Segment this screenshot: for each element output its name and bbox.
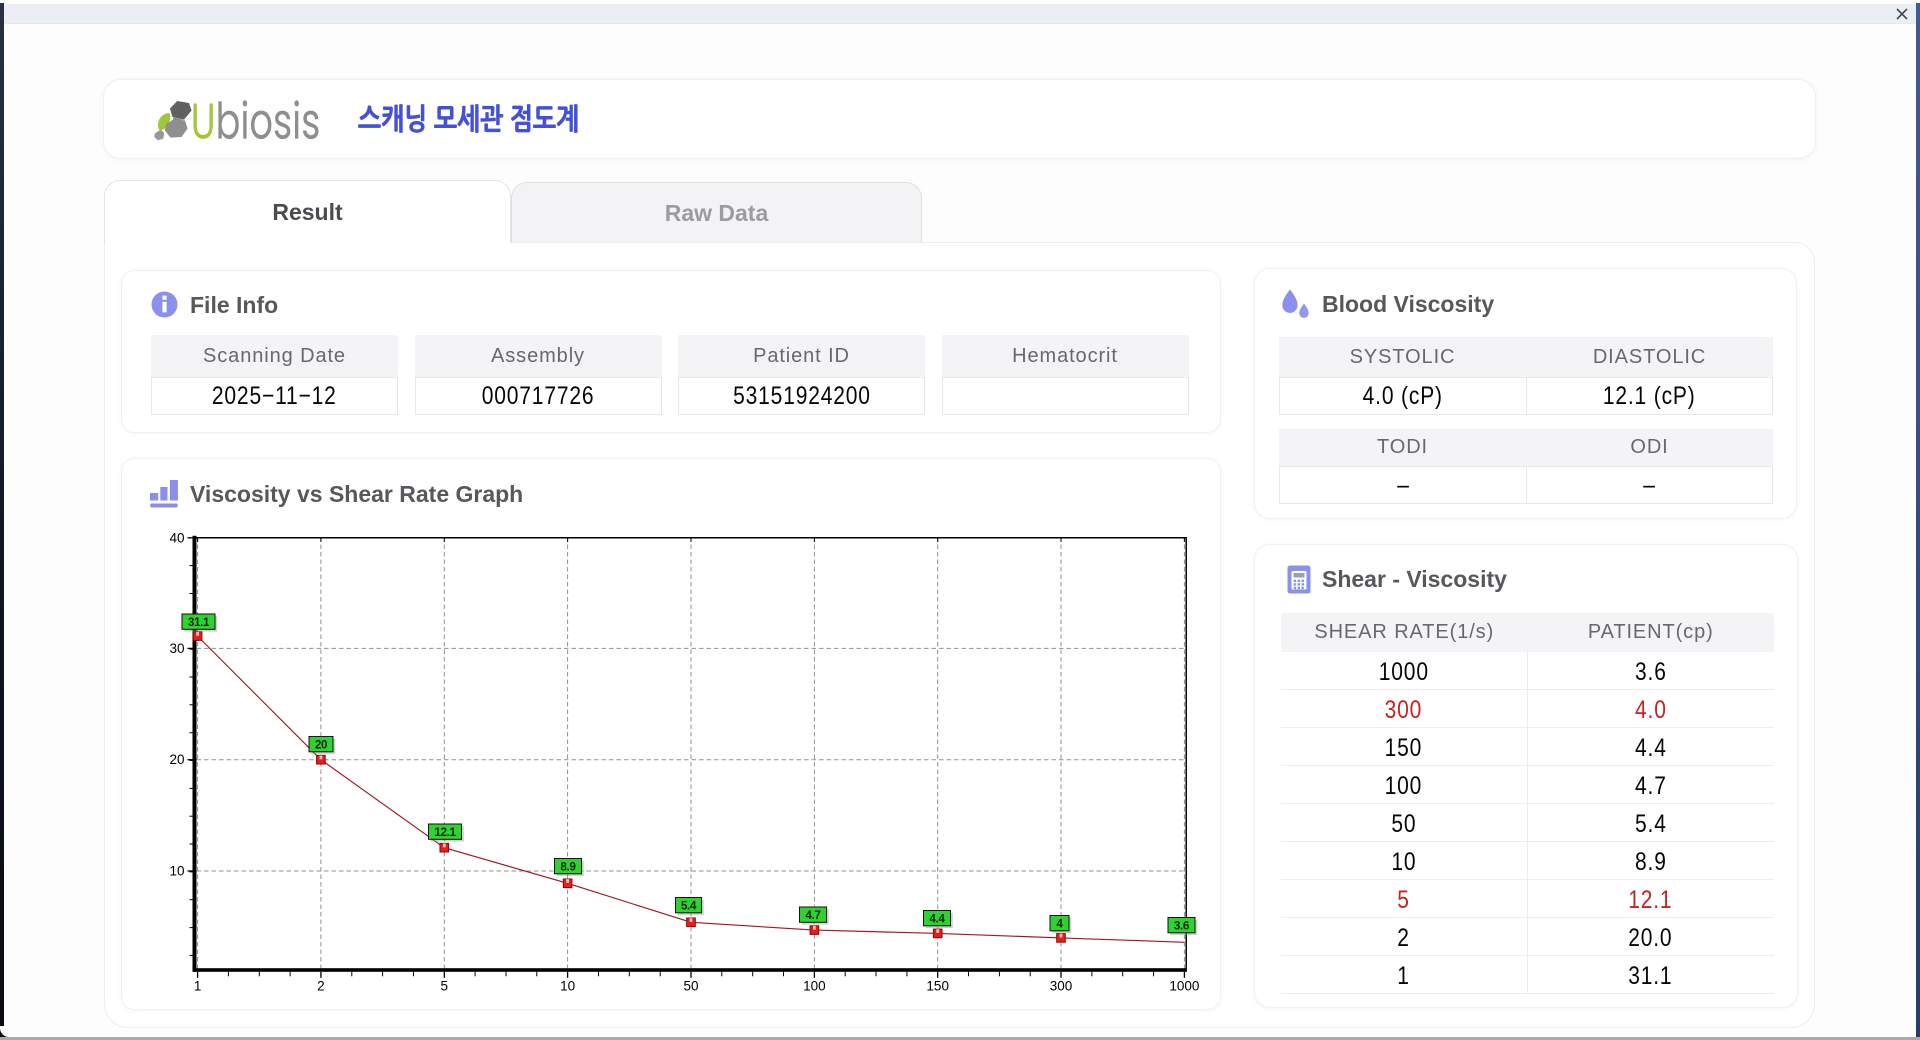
svg-text:1000: 1000 [1169,979,1199,994]
svg-text:12.1: 12.1 [434,825,456,839]
svg-text:8.9: 8.9 [560,860,576,874]
svg-text:150: 150 [926,979,949,994]
svg-text:20: 20 [315,738,328,752]
svg-text:10: 10 [560,979,575,994]
svg-text:10: 10 [169,864,184,879]
svg-text:4.7: 4.7 [805,908,821,922]
svg-text:1: 1 [194,979,202,994]
svg-text:5.4: 5.4 [681,899,697,913]
svg-text:20: 20 [169,752,184,767]
svg-text:2: 2 [317,979,325,994]
svg-text:30: 30 [169,641,184,656]
svg-text:40: 40 [169,531,184,546]
svg-text:3.6: 3.6 [1174,919,1190,933]
svg-text:100: 100 [803,979,826,994]
svg-text:4: 4 [1056,917,1063,931]
svg-text:4.4: 4.4 [929,912,945,926]
svg-text:50: 50 [683,979,698,994]
svg-text:300: 300 [1050,979,1073,994]
svg-text:31.1: 31.1 [188,615,210,629]
svg-text:5: 5 [441,979,449,994]
